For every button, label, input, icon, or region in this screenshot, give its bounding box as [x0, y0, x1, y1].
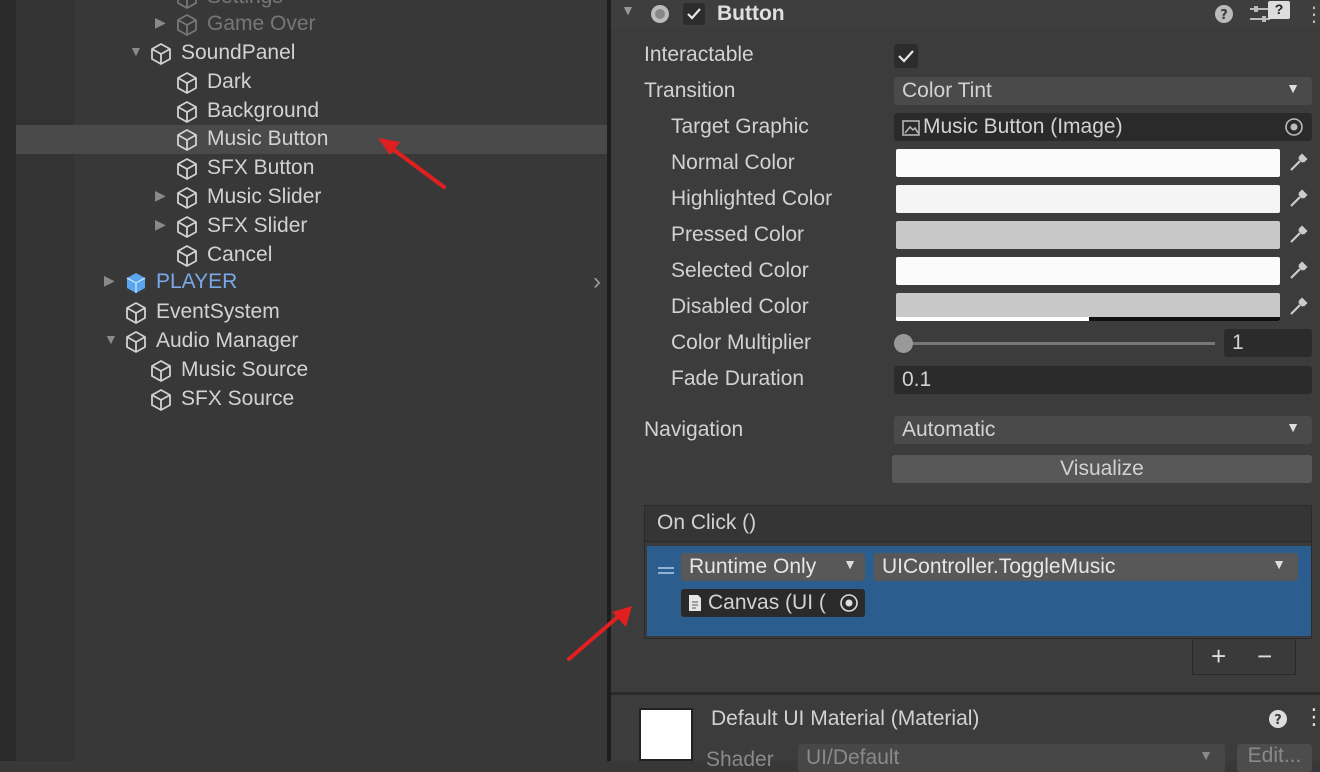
annotation-arrow-hierarchy: [378, 138, 446, 189]
annotation-arrow-onclick: [567, 606, 632, 661]
annotation-arrows: [378, 138, 632, 661]
